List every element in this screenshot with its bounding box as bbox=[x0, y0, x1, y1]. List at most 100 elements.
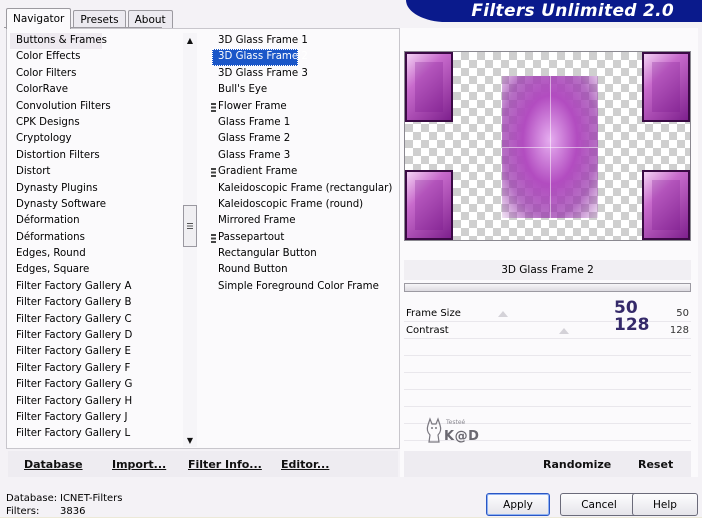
category-item[interactable]: ColorRave bbox=[10, 82, 178, 98]
category-item[interactable]: Distort bbox=[10, 164, 178, 180]
category-item[interactable]: Filter Factory Gallery A bbox=[10, 279, 178, 295]
category-item[interactable]: Edges, Round bbox=[10, 246, 178, 262]
category-item[interactable]: Convolution Filters bbox=[10, 99, 178, 115]
category-list[interactable]: Buttons & FramesColor EffectsColor Filte… bbox=[10, 33, 178, 443]
preview-image bbox=[404, 51, 691, 241]
category-item[interactable]: Filter Factory Gallery L bbox=[10, 426, 178, 442]
filter-item[interactable]: Gradient Frame bbox=[212, 164, 392, 180]
category-item[interactable]: Déformations bbox=[10, 230, 178, 246]
empty-param-row bbox=[404, 389, 691, 390]
banner-title: Filters Unlimited 2.0 bbox=[471, 1, 674, 21]
editor-link[interactable]: Editor... bbox=[281, 458, 329, 471]
filter-item[interactable]: Glass Frame 2 bbox=[212, 131, 392, 147]
tab-bar: Navigator Presets About bbox=[6, 8, 175, 28]
group-grip-icon bbox=[211, 168, 216, 177]
filter-item[interactable]: Simple Foreground Color Frame bbox=[212, 279, 392, 295]
apply-button[interactable]: Apply bbox=[486, 493, 550, 516]
category-item[interactable]: Filter Factory Gallery J bbox=[10, 410, 178, 426]
category-item[interactable]: Filter Factory Gallery H bbox=[10, 394, 178, 410]
filter-item-label: Gradient Frame bbox=[218, 166, 297, 177]
group-grip-icon bbox=[211, 103, 216, 112]
filter-item-label: Kaleidoscopic Frame (round) bbox=[218, 199, 363, 210]
selected-filter-title: 3D Glass Frame 2 bbox=[404, 260, 691, 280]
frame-corner-bottom-left bbox=[405, 170, 453, 240]
preview-center-image bbox=[502, 76, 598, 218]
filter-item[interactable]: 3D Glass Frame 2 bbox=[212, 49, 298, 65]
filter-item[interactable]: Bull's Eye bbox=[212, 82, 392, 98]
watermark-tag: Testeé bbox=[446, 419, 465, 426]
category-item[interactable]: Color Effects bbox=[10, 49, 178, 65]
category-item[interactable]: Filter Factory Gallery G bbox=[10, 377, 178, 393]
filter-item[interactable]: Round Button bbox=[212, 262, 392, 278]
preview-progress-bar bbox=[404, 283, 691, 292]
filter-item[interactable]: Passepartout bbox=[212, 230, 392, 246]
filter-item[interactable]: Rectangular Button bbox=[212, 246, 392, 262]
filter-item-label: Glass Frame 2 bbox=[218, 133, 290, 144]
scroll-down-arrow-icon[interactable]: ▼ bbox=[183, 433, 197, 447]
filter-item-label: Glass Frame 1 bbox=[218, 117, 290, 128]
scroll-up-arrow-icon[interactable]: ▲ bbox=[183, 33, 197, 47]
reset-link[interactable]: Reset bbox=[638, 458, 673, 471]
filter-item[interactable]: Kaleidoscopic Frame (rectangular) bbox=[212, 181, 392, 197]
frame-corner-top-left bbox=[405, 52, 453, 122]
app-banner: Filters Unlimited 2.0 bbox=[406, 0, 702, 22]
tab-about[interactable]: About bbox=[128, 10, 173, 28]
param-value-small: 128 bbox=[670, 325, 689, 336]
category-scrollbar[interactable]: ▲ ▼ bbox=[183, 33, 197, 447]
param-row[interactable]: Contrast128128 bbox=[404, 322, 691, 339]
category-item[interactable]: Dynasty Plugins bbox=[10, 181, 178, 197]
filter-item-label: Flower Frame bbox=[218, 101, 287, 112]
category-item[interactable]: Edges, Square bbox=[10, 262, 178, 278]
category-item[interactable]: Filter Factory Gallery E bbox=[10, 344, 178, 360]
category-item[interactable]: CPK Designs bbox=[10, 115, 178, 131]
filter-item[interactable]: Glass Frame 3 bbox=[212, 148, 392, 164]
filter-item[interactable]: Mirrored Frame bbox=[212, 213, 392, 229]
cat-icon bbox=[424, 415, 444, 443]
empty-param-row bbox=[404, 372, 691, 373]
filter-item[interactable]: Flower Frame bbox=[212, 99, 392, 115]
database-value: ICNET-Filters bbox=[60, 493, 123, 504]
randomize-link[interactable]: Randomize bbox=[543, 458, 611, 471]
category-item[interactable]: Filter Factory Gallery F bbox=[10, 361, 178, 377]
filter-item-label: 3D Glass Frame 1 bbox=[218, 35, 308, 46]
filters-label: Filters: bbox=[6, 506, 60, 518]
tab-presets[interactable]: Presets bbox=[73, 10, 125, 28]
category-item[interactable]: Distortion Filters bbox=[10, 148, 178, 164]
param-value-small: 50 bbox=[676, 308, 689, 319]
help-button[interactable]: Help bbox=[632, 493, 698, 516]
filter-item-label: Mirrored Frame bbox=[218, 215, 296, 226]
watermark-name: K@D bbox=[444, 429, 479, 444]
slider-thumb-icon[interactable] bbox=[559, 328, 569, 334]
filter-item-label: Round Button bbox=[218, 264, 288, 275]
category-item[interactable]: Filter Factory Gallery D bbox=[10, 328, 178, 344]
param-value: 128 bbox=[614, 315, 650, 335]
filter-item-label: Simple Foreground Color Frame bbox=[218, 281, 379, 292]
tab-navigator[interactable]: Navigator bbox=[6, 8, 71, 29]
filter-item-label: Rectangular Button bbox=[218, 248, 317, 259]
status-info: Database:ICNET-Filters Filters:3836 bbox=[6, 493, 123, 518]
navigator-action-bar: Database Import... Filter Info... Editor… bbox=[8, 451, 398, 477]
scroll-thumb[interactable] bbox=[183, 205, 197, 247]
import-link[interactable]: Import... bbox=[112, 458, 166, 471]
cancel-button[interactable]: Cancel bbox=[560, 493, 638, 516]
slider-thumb-icon[interactable] bbox=[498, 311, 508, 317]
database-link[interactable]: Database bbox=[24, 458, 83, 471]
filter-info-link[interactable]: Filter Info... bbox=[188, 458, 262, 471]
frame-corner-bottom-right bbox=[642, 170, 690, 240]
filter-list[interactable]: 3D Glass Frame 1 3D Glass Frame 2 3D Glass… bbox=[212, 33, 392, 295]
category-item[interactable]: Dynasty Software bbox=[10, 197, 178, 213]
category-item[interactable]: Filter Factory Gallery C bbox=[10, 312, 178, 328]
filter-item[interactable]: 3D Glass Frame 1 bbox=[212, 33, 392, 49]
category-item[interactable]: Déformation bbox=[10, 213, 178, 229]
filters-count: 3836 bbox=[60, 506, 85, 517]
filters-unlimited-window: Navigator Presets About Filters Unlimite… bbox=[0, 0, 702, 517]
filter-item-label: 3D Glass Frame 3 bbox=[218, 68, 308, 79]
category-item[interactable]: Cryptology bbox=[10, 131, 178, 147]
category-item[interactable]: Filter Factory Gallery B bbox=[10, 295, 178, 311]
filter-item-label: Bull's Eye bbox=[218, 84, 267, 95]
filter-item[interactable]: Glass Frame 1 bbox=[212, 115, 392, 131]
category-item[interactable]: Color Filters bbox=[10, 66, 178, 82]
filter-item[interactable]: Kaleidoscopic Frame (round) bbox=[212, 197, 392, 213]
filter-item[interactable]: 3D Glass Frame 3 bbox=[212, 66, 392, 82]
category-item[interactable]: Buttons & Frames bbox=[10, 33, 102, 49]
